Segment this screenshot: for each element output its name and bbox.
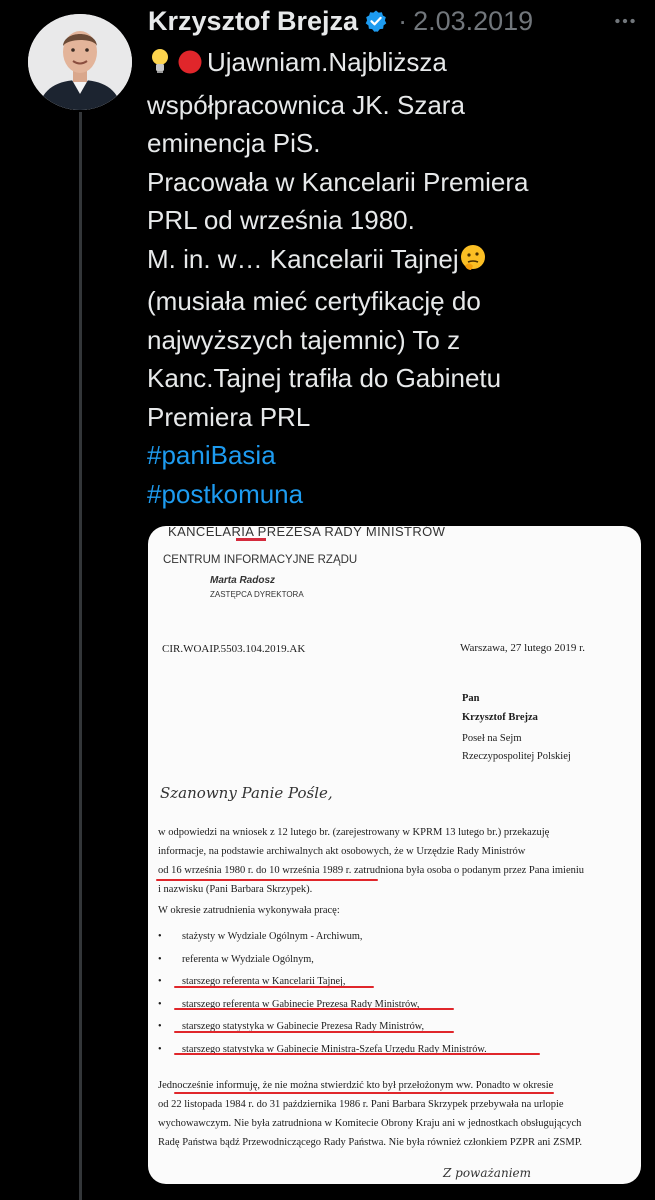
thinking-face-icon	[459, 244, 487, 283]
lightbulb-icon	[147, 47, 173, 86]
author-name[interactable]: Krzysztof Brejza	[148, 6, 358, 37]
doc-place-date: Warszawa, 27 lutego 2019 r.	[460, 642, 585, 654]
thread-line	[79, 112, 82, 1200]
doc-paragraph-line: od 22 listopada 1984 r. do 31 październi…	[158, 1099, 564, 1110]
red-circle-icon	[177, 47, 203, 86]
tweet-line: Pracowała w Kancelarii Premiera	[147, 166, 529, 197]
doc-flag-mark	[236, 538, 266, 541]
doc-job-item: • stażysty w Wydziale Ogólnym - Archiwum,	[158, 931, 363, 942]
tweet-date[interactable]: 2.03.2019	[413, 6, 533, 37]
tweet-line: Kanc.Tajnej trafiła do Gabinetu	[147, 363, 502, 393]
red-underline	[174, 1092, 554, 1094]
tweet-line: współpracownica JK. Szara	[147, 89, 465, 120]
doc-paragraph-line: i nazwisku (Pani Barbara Skrzypek).	[158, 884, 313, 895]
tweet-line: M. in. w… Kancelarii Tajnej	[147, 240, 627, 283]
tweet-header: Krzysztof Brejza · 2.03.2019	[148, 4, 645, 38]
doc-signer-name: Marta Radosz	[210, 575, 276, 586]
doc-reference: CIR.WOAIP.5503.104.2019.AK	[162, 643, 306, 655]
doc-addressee-line: Pan	[462, 693, 480, 704]
doc-department: CENTRUM INFORMACYJNE RZĄDU	[163, 554, 358, 566]
red-underline	[174, 986, 374, 988]
hashtag-link[interactable]: #paniBasia	[147, 436, 627, 475]
doc-paragraph-line: wychowawczym. Nie była zatrudniona w Kom…	[158, 1118, 582, 1129]
tweet-line: PRL od września 1980.	[147, 205, 415, 235]
tweet-line: eminencja PiS.	[147, 128, 321, 158]
doc-closing-signature: Z poważaniem	[443, 1166, 532, 1180]
tweet-line: Ujawniam.Najbliższa	[147, 43, 627, 86]
red-underline	[174, 1008, 454, 1010]
doc-job-item: • starszego statystyka w Gabinecie Minist…	[158, 1043, 487, 1055]
doc-org-header: KANCELARIA PREZESA RADY MINISTRÓW	[168, 526, 446, 539]
doc-job-item: • starszego statystyka w Gabinecie Prezes…	[158, 1021, 425, 1032]
doc-paragraph-line: informacje, na podstawie archiwalnych ak…	[158, 846, 526, 857]
tweet-line: Premiera PRL	[147, 401, 311, 432]
tweet-line: najwyższych tajemnic) To z	[147, 324, 461, 355]
red-underline	[174, 1053, 540, 1055]
doc-paragraph-line: w odpowiedzi na wniosek z 12 lutego br. …	[158, 827, 550, 838]
doc-addressee-line: Rzeczypospolitej Polskiej	[462, 751, 571, 762]
doc-signer-role: ZASTĘPCA DYREKTORA	[210, 590, 304, 599]
red-underline	[174, 1031, 454, 1033]
doc-paragraph-line: Jednocześnie informuję, że nie można stw…	[158, 1080, 554, 1091]
doc-job-list: • stażysty w Wydziale Ogólnym - Archiwum,…	[158, 926, 487, 1061]
verified-badge-icon	[364, 9, 388, 33]
doc-job-item: • starszego referenta w Kancelarii Tajnej…	[158, 976, 346, 987]
more-options-icon[interactable]	[607, 4, 643, 38]
attached-document-image[interactable]: KANCELARIA PREZESA RADY MINISTRÓW CENTRU…	[148, 526, 641, 1184]
tweet-text: Ujawniam.Najbliższa współpracownica JK. …	[147, 43, 627, 513]
doc-paragraph-line: Radę Państwa bądź Przewodniczącego Rady …	[158, 1137, 582, 1148]
hashtag-link[interactable]: #postkomuna	[147, 475, 627, 514]
avatar[interactable]	[28, 14, 132, 110]
tweet-line: (musiała mieć certyfikację do	[147, 286, 481, 316]
doc-paragraph-line: W okresie zatrudnienia wykonywała pracę:	[158, 905, 340, 916]
red-underline	[156, 879, 378, 881]
header-separator: ·	[398, 5, 408, 36]
doc-greeting: Szanowny Panie Pośle,	[160, 784, 333, 802]
doc-job-item: • starszego referenta w Gabinecie Prezesa…	[158, 998, 420, 1010]
doc-job-item: • referenta w Wydziale Ogólnym,	[158, 953, 314, 965]
doc-addressee-line: Poseł na Sejm	[462, 733, 522, 744]
doc-paragraph-line: od 16 września 1980 r. do 10 września 19…	[158, 865, 585, 876]
avatar-photo	[28, 14, 132, 110]
doc-addressee-line: Krzysztof Brejza	[462, 712, 538, 723]
